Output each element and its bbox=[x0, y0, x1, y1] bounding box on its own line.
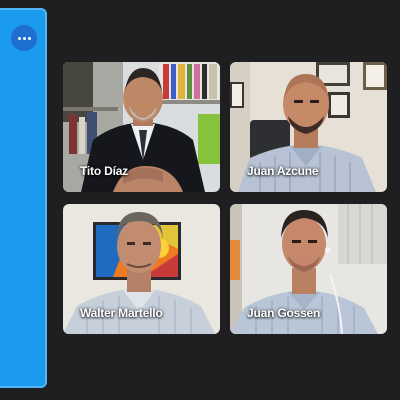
participant-name: Walter Martello bbox=[80, 306, 163, 320]
participant-video-tile[interactable]: Juan Azcune bbox=[230, 62, 387, 192]
ellipsis-icon bbox=[17, 36, 21, 40]
meeting-stage: Tito Díaz Juan Azcune Walter Martello Ju… bbox=[0, 0, 400, 400]
participant-video-tile[interactable]: Walter Martello bbox=[63, 204, 220, 334]
participant-name: Juan Gossen bbox=[247, 306, 321, 320]
participant-video-tile[interactable]: Juan Gossen bbox=[230, 204, 387, 334]
shared-screen-panel[interactable] bbox=[0, 8, 47, 388]
participant-name: Juan Azcune bbox=[247, 164, 319, 178]
participant-name: Tito Díaz bbox=[80, 164, 128, 178]
participant-video-tile[interactable]: Tito Díaz bbox=[63, 62, 220, 192]
more-options-button[interactable] bbox=[11, 25, 37, 51]
